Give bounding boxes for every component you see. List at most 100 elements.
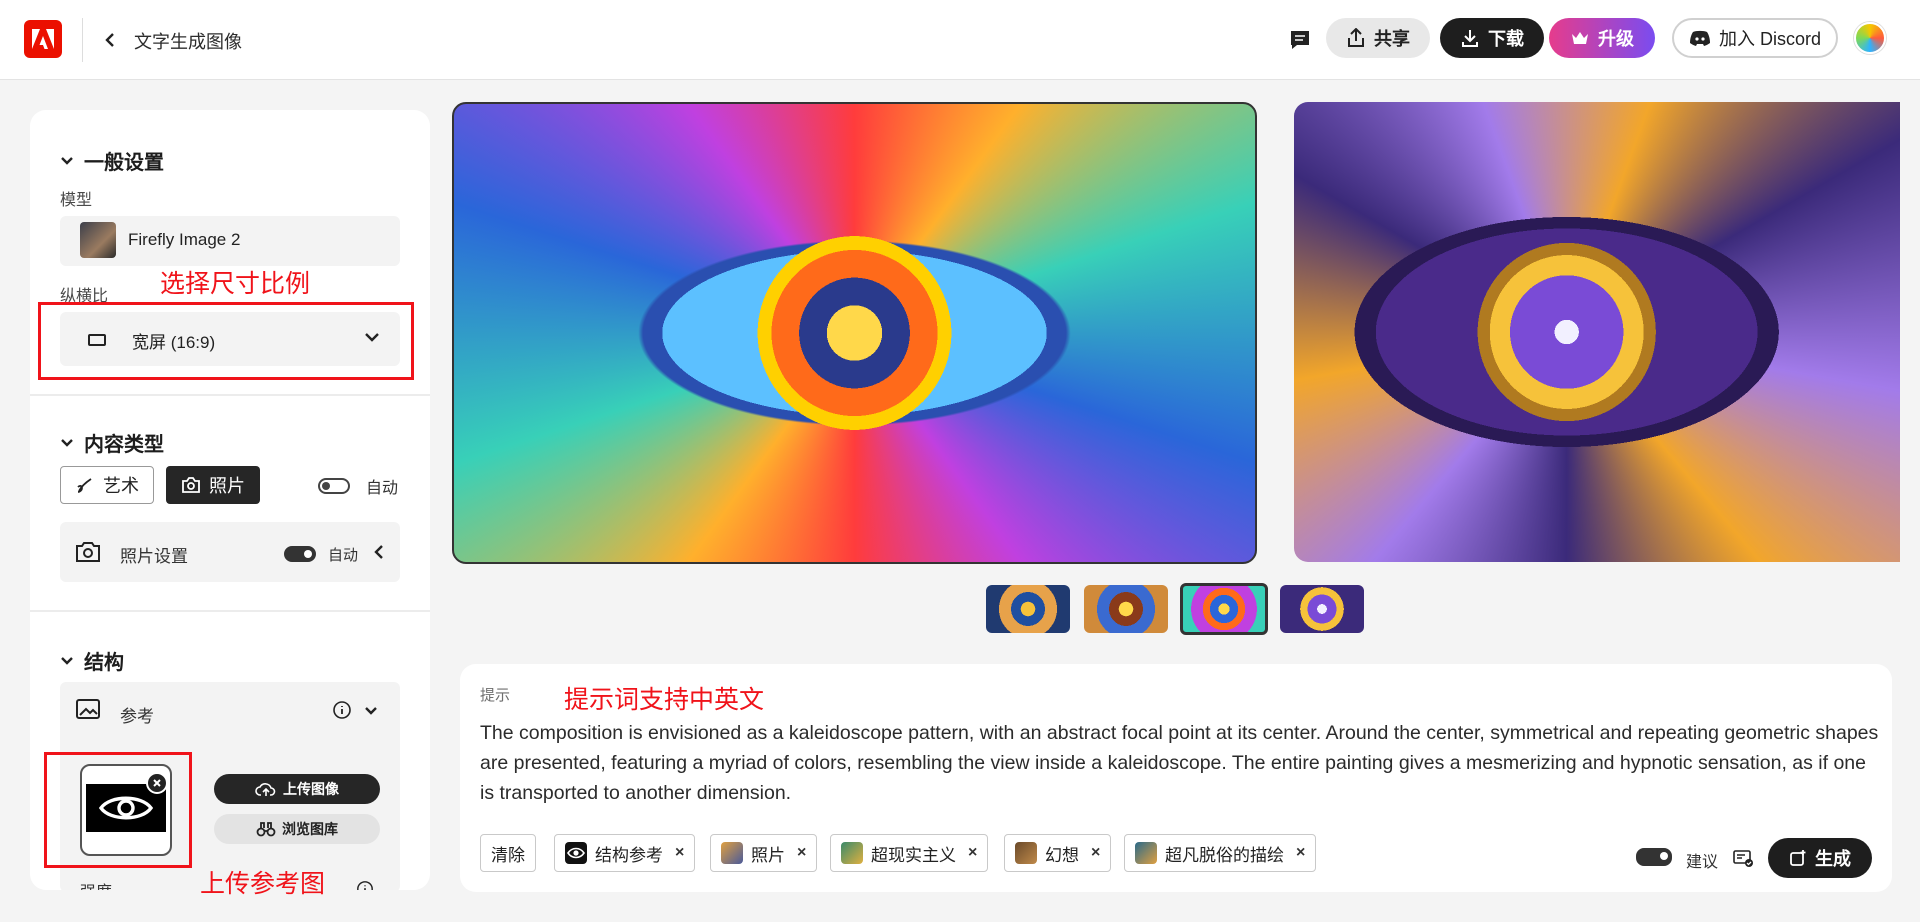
join-discord-button[interactable]: 加入 Discord	[1672, 18, 1838, 58]
share-icon	[1348, 28, 1364, 47]
user-avatar[interactable]	[1854, 22, 1886, 54]
section-divider	[30, 394, 430, 396]
chip-fantasy[interactable]: 幻想 ×	[1004, 834, 1112, 872]
camera-icon	[182, 477, 200, 493]
chevron-down-icon	[61, 156, 73, 165]
content-type-photo-button[interactable]: 照片	[166, 466, 260, 504]
photo-settings-auto-toggle[interactable]	[284, 546, 316, 562]
chip-label: 超凡脱俗的描绘	[1165, 845, 1284, 865]
upgrade-label: 升级	[1598, 29, 1634, 49]
chip-thumbnail	[1135, 842, 1157, 864]
download-label: 下载	[1488, 29, 1524, 49]
crown-icon	[1572, 32, 1588, 44]
photo-settings-row[interactable]: 照片设置 自动	[60, 522, 400, 582]
suggest-toggle[interactable]	[1636, 848, 1672, 866]
reference-label: 参考	[120, 707, 154, 726]
chevron-left-icon	[105, 33, 114, 47]
remove-chip-icon[interactable]: ×	[968, 844, 977, 862]
chip-label: 幻想	[1045, 845, 1079, 865]
photo-settings-icon	[74, 538, 102, 571]
chip-otherworldly[interactable]: 超凡脱俗的描绘 ×	[1124, 834, 1317, 872]
chip-label: 超现实主义	[871, 845, 956, 865]
share-button[interactable]: 共享	[1326, 18, 1430, 58]
info-icon[interactable]	[332, 700, 352, 725]
reference-image-icon	[74, 696, 102, 729]
generate-sparkle-icon	[1790, 850, 1806, 866]
chip-label: 结构参考	[595, 845, 663, 865]
download-button[interactable]: 下载	[1440, 18, 1544, 58]
structure-header[interactable]: 结构	[60, 646, 124, 675]
strength-label: 强度	[80, 878, 112, 890]
clear-button[interactable]: 清除	[480, 834, 536, 872]
share-label: 共享	[1374, 29, 1410, 49]
model-name: Firefly Image 2	[128, 230, 241, 249]
prompt-input[interactable]: The composition is envisioned as a kalei…	[480, 718, 1880, 808]
model-label: 模型	[60, 192, 93, 209]
remove-chip-icon[interactable]: ×	[675, 844, 684, 862]
chip-thumbnail	[721, 842, 743, 864]
cloud-upload-icon	[255, 783, 276, 796]
generate-label: 生成	[1815, 849, 1851, 869]
content-type-title: 内容类型	[84, 434, 164, 456]
generate-button[interactable]: 生成	[1768, 838, 1872, 878]
upload-image-label: 上传图像	[283, 781, 339, 797]
top-bar: 文字生成图像 共享 下载 升级 加入 Discord	[0, 0, 1920, 80]
model-selector[interactable]: Firefly Image 2	[60, 216, 400, 266]
thumbnail-4[interactable]	[1280, 585, 1364, 633]
upload-image-button[interactable]: 上传图像	[214, 774, 380, 804]
general-settings-header[interactable]: 一般设置	[60, 146, 164, 175]
browse-gallery-button[interactable]: 浏览图库	[214, 814, 380, 844]
structure-title: 结构	[84, 652, 124, 674]
upgrade-button[interactable]: 升级	[1549, 18, 1655, 58]
chevron-left-icon[interactable]	[374, 544, 384, 560]
suggest-label: 建议	[1686, 854, 1719, 871]
chip-label: 照片	[751, 845, 785, 865]
prompt-label: 提示	[480, 687, 511, 704]
suggestion-settings-icon[interactable]	[1732, 848, 1754, 873]
chevron-down-icon	[61, 656, 73, 665]
chevron-down-icon[interactable]	[364, 706, 378, 716]
thumbnail-2[interactable]	[1084, 585, 1168, 633]
photo-label: 照片	[209, 476, 245, 496]
generated-image-main[interactable]	[452, 102, 1257, 564]
aspect-ratio-annotation-box	[38, 302, 414, 380]
browse-gallery-label: 浏览图库	[282, 821, 338, 837]
chip-surrealism[interactable]: 超现实主义 ×	[830, 834, 989, 872]
chevron-down-icon	[61, 438, 73, 447]
upload-annotation: 上传参考图	[200, 870, 326, 898]
eye-icon	[565, 842, 587, 864]
chip-thumbnail	[1015, 842, 1037, 864]
content-type-art-button[interactable]: 艺术	[60, 466, 154, 504]
photo-settings-label: 照片设置	[120, 547, 188, 566]
back-button[interactable]	[98, 26, 122, 54]
content-type-auto-toggle[interactable]	[318, 478, 350, 494]
photo-settings-auto-label: 自动	[328, 547, 359, 564]
section-divider	[30, 610, 430, 612]
model-thumbnail	[80, 222, 116, 258]
upload-annotation-box	[44, 752, 192, 868]
prompt-annotation: 提示词支持中英文	[564, 686, 765, 714]
strength-info-icon[interactable]	[356, 880, 374, 890]
page-title: 文字生成图像	[134, 32, 242, 52]
generated-image-next[interactable]	[1294, 102, 1900, 562]
adobe-logo-icon[interactable]	[24, 20, 62, 58]
feedback-button[interactable]	[1286, 26, 1314, 54]
thumbnail-3-selected[interactable]	[1180, 583, 1268, 635]
header-divider	[82, 18, 83, 62]
download-icon	[1462, 30, 1478, 47]
chip-photo[interactable]: 照片 ×	[710, 834, 818, 872]
remove-chip-icon[interactable]: ×	[1091, 844, 1100, 862]
content-type-header[interactable]: 内容类型	[60, 428, 164, 457]
content-type-auto-label: 自动	[366, 480, 399, 497]
discord-icon	[1689, 30, 1710, 46]
discord-label: 加入 Discord	[1718, 29, 1821, 49]
comment-icon	[1291, 31, 1309, 49]
art-brush-icon	[77, 478, 92, 493]
remove-chip-icon[interactable]: ×	[1296, 844, 1305, 862]
remove-chip-icon[interactable]: ×	[797, 844, 806, 862]
chip-structure-reference[interactable]: 结构参考 ×	[554, 834, 696, 872]
general-settings-title: 一般设置	[84, 152, 164, 174]
clear-label: 清除	[491, 845, 525, 865]
thumbnail-1[interactable]	[986, 585, 1070, 633]
aspect-ratio-annotation: 选择尺寸比例	[160, 270, 311, 298]
